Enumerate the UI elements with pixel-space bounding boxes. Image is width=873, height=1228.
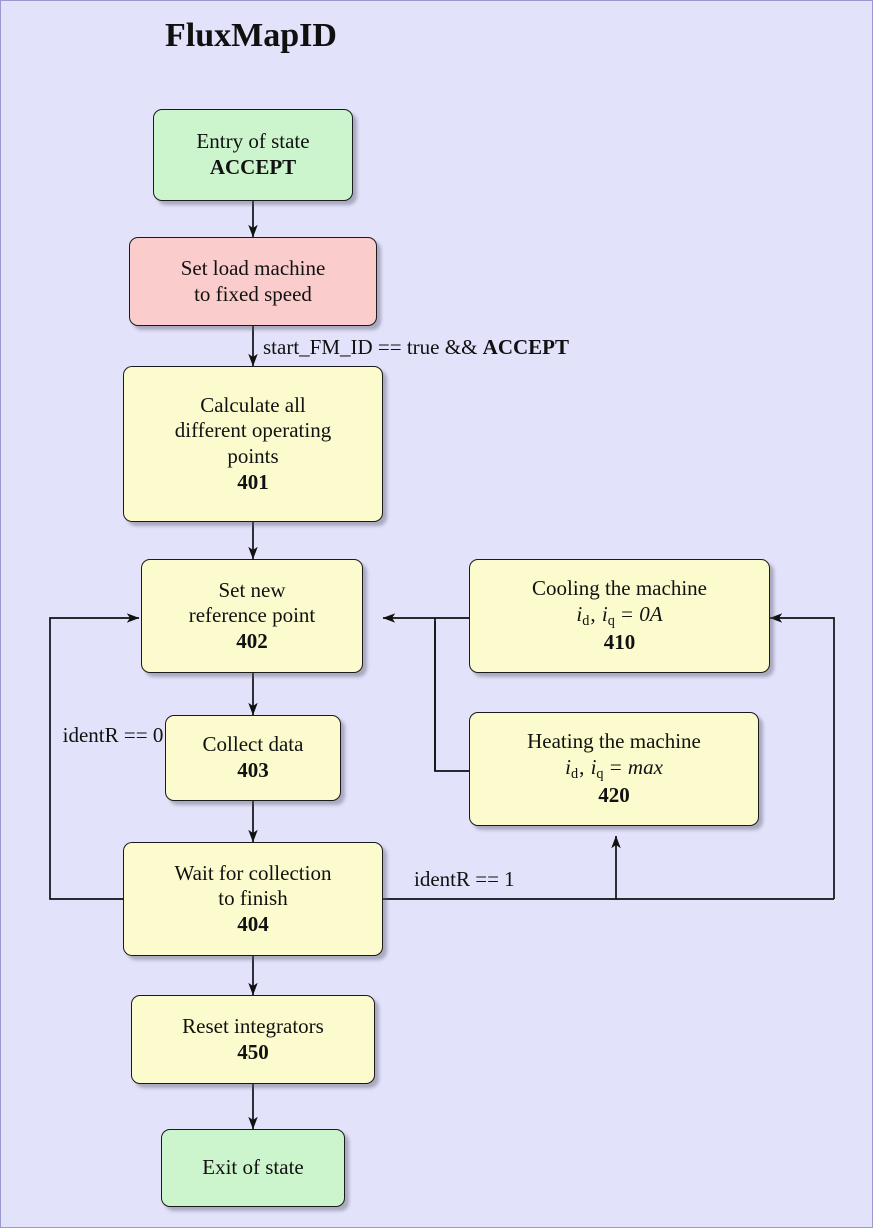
node-set-new-reference-point[interactable]: Set new reference point 402 <box>141 559 363 673</box>
node-calc-line2: different operating <box>174 418 332 443</box>
node-exit-line1: Exit of state <box>202 1155 304 1180</box>
node-wait-line2: to finish <box>218 886 288 911</box>
node-entry-line1: Entry of state <box>196 129 310 154</box>
node-heating-formula: id, iq = max <box>565 755 663 783</box>
node-cooling-formula: id, iq = 0A <box>576 602 662 630</box>
node-wait-number: 404 <box>237 911 269 936</box>
node-cooling-comma: , <box>590 601 601 626</box>
node-heating-value: max <box>627 754 663 779</box>
node-collect-data[interactable]: Collect data 403 <box>165 715 341 801</box>
node-heating-equals: = <box>604 754 627 779</box>
node-exit-of-state[interactable]: Exit of state <box>161 1129 345 1207</box>
node-heating-sub-d: d <box>570 765 579 782</box>
edge-label-start-condition: start_FM_ID == true && ACCEPT <box>263 335 569 360</box>
node-collect-line1: Collect data <box>202 732 304 757</box>
node-cooling-the-machine[interactable]: Cooling the machine id, iq = 0A 410 <box>469 559 770 673</box>
node-reset-number: 450 <box>237 1039 269 1064</box>
edge-label-identr0-line1: identR <box>62 723 119 747</box>
node-setref-number: 402 <box>236 628 268 653</box>
node-cooling-equals: = <box>615 601 639 626</box>
node-cooling-number: 410 <box>603 630 636 655</box>
edge-label-identr0-line2: == 0 <box>123 723 164 747</box>
node-calculate-operating-points[interactable]: Calculate all different operating points… <box>123 366 383 522</box>
node-reset-integrators[interactable]: Reset integrators 450 <box>131 995 375 1084</box>
diagram-canvas: FluxMapID Entry of state ACCEPT Set load… <box>0 0 873 1228</box>
edge-label-start-condition-text: start_FM_ID == true && <box>263 335 483 359</box>
node-entry-line2: ACCEPT <box>209 155 297 179</box>
node-calc-number: 401 <box>237 469 269 494</box>
node-heating-comma: , <box>579 754 590 779</box>
node-heating-the-machine[interactable]: Heating the machine id, iq = max 420 <box>469 712 759 826</box>
node-set-load-machine[interactable]: Set load machine to fixed speed <box>129 237 377 326</box>
node-setref-line1: Set new <box>218 577 286 602</box>
node-setref-line2: reference point <box>188 603 316 628</box>
edge-label-identr-equals-zero: identR == 0 <box>59 723 167 748</box>
node-reset-line1: Reset integrators <box>182 1013 324 1038</box>
node-calc-line3: points <box>227 444 279 468</box>
node-setload-line1: Set load machine <box>180 255 326 280</box>
node-heating-sub-q: q <box>596 765 604 782</box>
node-cooling-sub-q: q <box>607 612 615 629</box>
node-collect-number: 403 <box>237 758 269 782</box>
edge-label-start-condition-accept: ACCEPT <box>482 335 570 359</box>
node-cooling-value: 0A <box>639 601 663 626</box>
node-wait-for-collection[interactable]: Wait for collection to finish 404 <box>123 842 383 956</box>
edge-label-identr1-text: identR == 1 <box>414 867 515 891</box>
node-entry-of-state[interactable]: Entry of state ACCEPT <box>153 109 353 201</box>
node-calc-line1: Calculate all <box>200 392 306 417</box>
node-cooling-line1: Cooling the machine <box>532 576 707 601</box>
node-wait-line1: Wait for collection <box>174 860 332 885</box>
node-heating-number: 420 <box>598 783 630 808</box>
edge-label-identr-equals-one: identR == 1 <box>414 867 515 892</box>
node-setload-line2: to fixed speed <box>194 281 312 306</box>
node-heating-line1: Heating the machine <box>527 729 701 754</box>
